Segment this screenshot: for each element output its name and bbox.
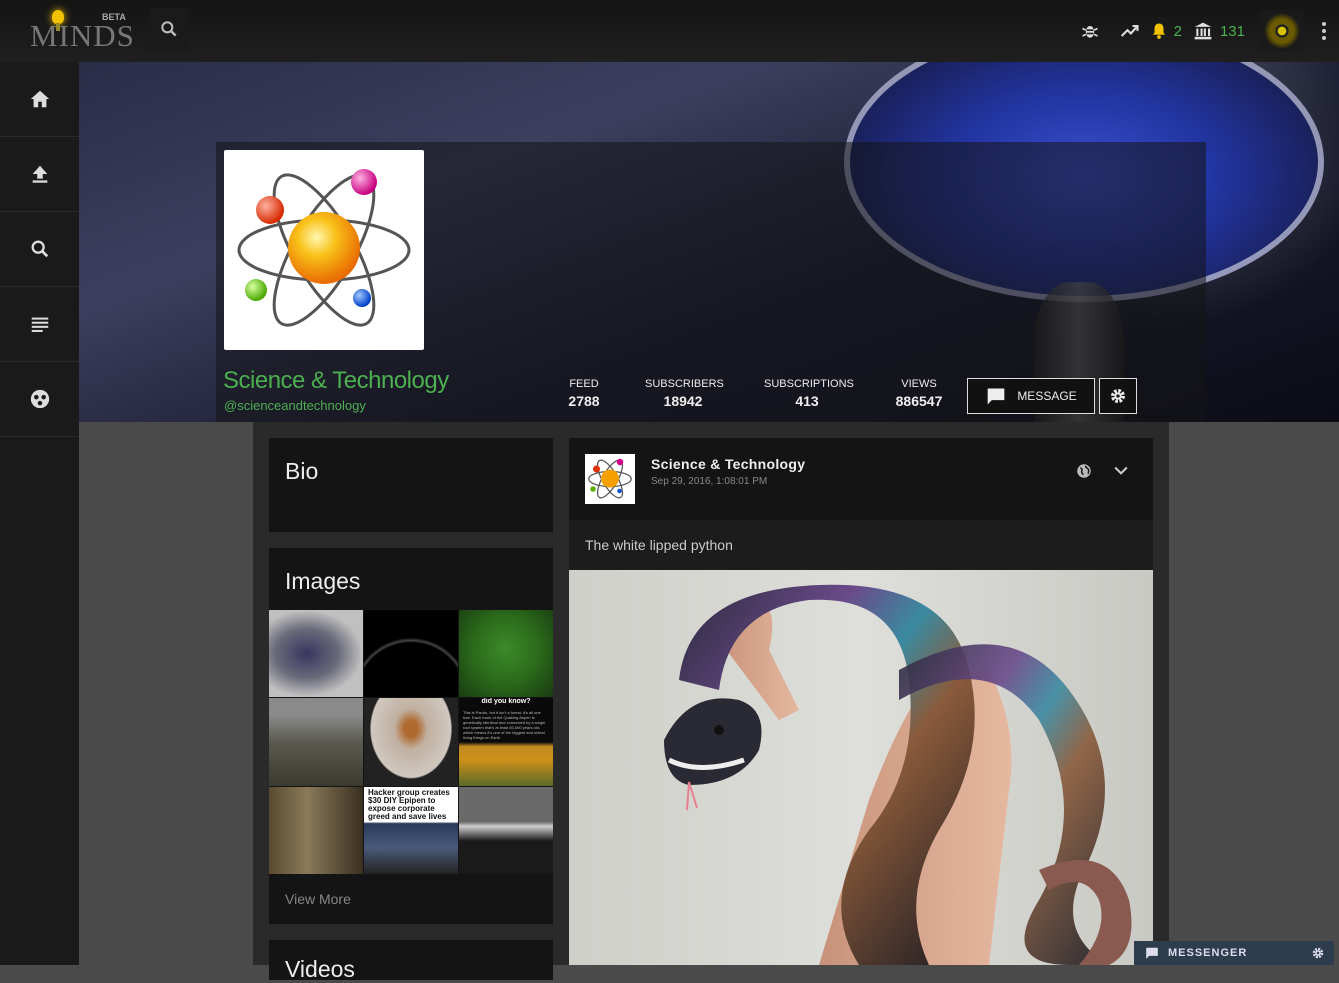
- videos-title: Videos: [285, 956, 355, 982]
- channel-handle: @scienceandtechnology: [224, 398, 366, 413]
- stat-label: SUBSCRIPTIONS: [764, 378, 854, 390]
- topbar-search-button[interactable]: [150, 8, 188, 50]
- minds-logo[interactable]: MINDS BETA: [28, 6, 134, 56]
- bug-icon: [1081, 26, 1098, 38]
- chat-bubble-icon: [1146, 947, 1158, 959]
- messenger-bar[interactable]: MESSENGER: [1134, 941, 1334, 965]
- bank-icon: [1194, 22, 1212, 40]
- user-avatar[interactable]: [1261, 10, 1303, 52]
- images-title: Images: [285, 568, 361, 594]
- stat-value: 886547: [895, 393, 943, 409]
- upload-icon: [32, 165, 47, 183]
- stat-subscriptions[interactable]: SUBSCRIPTIONS 413: [764, 378, 854, 409]
- bell-icon: [1152, 23, 1165, 39]
- python-snake-image: [664, 584, 1132, 965]
- thumb-caption: did you know?: [481, 698, 531, 706]
- stat-value: 413: [795, 393, 819, 409]
- sidebar: [0, 62, 79, 965]
- thumb-caption: Hacker group creates $30 DIY Epipen to e…: [368, 787, 450, 821]
- image-thumbnail[interactable]: [269, 698, 363, 786]
- search-icon: [31, 240, 48, 258]
- notifications-button[interactable]: 2: [1150, 21, 1182, 41]
- image-thumbnail[interactable]: [364, 610, 458, 698]
- post-author-name[interactable]: Science & Technology: [651, 456, 805, 472]
- trending-icon: [1120, 24, 1139, 37]
- post-header: Science & Technology Sep 29, 2016, 1:08:…: [569, 438, 1153, 520]
- image-thumbnail[interactable]: [459, 610, 553, 698]
- stat-label: FEED: [569, 378, 599, 390]
- chevron-down-icon: [1114, 466, 1128, 475]
- groups-icon: [30, 389, 49, 409]
- notifications-count: 2: [1173, 22, 1182, 40]
- stat-label: VIEWS: [901, 378, 937, 390]
- image-thumbnail[interactable]: [269, 786, 363, 874]
- beta-label: BETA: [102, 12, 126, 22]
- post-author-avatar[interactable]: [585, 454, 635, 504]
- post-timestamp[interactable]: Sep 29, 2016, 1:08:01 PM: [651, 476, 767, 487]
- chat-bubble-icon: [987, 388, 1005, 405]
- search-icon: [161, 21, 177, 37]
- atom-icon: [237, 169, 411, 327]
- image-thumbnail[interactable]: did you know? This is Pando, but it isn'…: [459, 698, 553, 786]
- bio-card: Bio: [269, 438, 553, 532]
- gear-icon: [1111, 389, 1125, 403]
- public-visibility-button[interactable]: [1075, 462, 1093, 485]
- post-image[interactable]: [569, 570, 1153, 965]
- sidebar-item-newsfeed[interactable]: [0, 287, 79, 362]
- channel-settings-button[interactable]: [1099, 378, 1137, 414]
- view-more-link[interactable]: View More: [285, 891, 351, 907]
- globe-icon: [1077, 464, 1091, 478]
- post-message: The white lipped python: [585, 537, 733, 553]
- points-count: 131: [1219, 22, 1245, 40]
- stat-value: 18942: [663, 393, 703, 409]
- gear-icon[interactable]: [1312, 947, 1324, 959]
- bug-report-button[interactable]: [1070, 11, 1110, 51]
- stat-subscribers[interactable]: SUBSCRIBERS 18942: [645, 378, 724, 409]
- trending-button[interactable]: [1110, 11, 1150, 51]
- more-vert-icon[interactable]: [1309, 22, 1339, 40]
- logo-text: MINDS: [30, 18, 135, 53]
- post-menu-button[interactable]: [1111, 460, 1131, 485]
- message-button-label: MESSAGE: [1017, 389, 1077, 403]
- image-thumbnail[interactable]: Hacker group creates $30 DIY Epipen to e…: [364, 786, 458, 874]
- sidebar-item-search[interactable]: [0, 212, 79, 287]
- stat-views[interactable]: VIEWS 886547: [893, 378, 945, 409]
- image-thumbnail[interactable]: [459, 786, 553, 874]
- atom-icon: [588, 458, 632, 499]
- image-thumbnail[interactable]: [269, 610, 363, 698]
- videos-card: Videos: [269, 940, 553, 982]
- thumb-caption: This is Pando, but it isn't a forest- it…: [463, 710, 546, 741]
- post-body: The white lipped python: [569, 520, 1153, 570]
- images-grid: did you know? This is Pando, but it isn'…: [269, 610, 553, 874]
- sidebar-item-home[interactable]: [0, 62, 79, 137]
- stat-label: SUBSCRIBERS: [645, 378, 724, 390]
- activity-post: Science & Technology Sep 29, 2016, 1:08:…: [569, 438, 1153, 965]
- home-icon: [30, 90, 49, 108]
- bio-title: Bio: [285, 458, 319, 484]
- channel-avatar[interactable]: [224, 150, 424, 350]
- sidebar-item-groups[interactable]: [0, 362, 79, 437]
- newsfeed-icon: [31, 317, 48, 332]
- stat-value: 2788: [568, 393, 600, 409]
- image-thumbnail[interactable]: [364, 698, 458, 786]
- channel-name: Science & Technology: [223, 367, 449, 394]
- messenger-label: MESSENGER: [1168, 947, 1248, 959]
- wallet-button[interactable]: 131: [1192, 21, 1245, 41]
- stat-feed[interactable]: FEED 2788: [565, 378, 603, 409]
- message-button[interactable]: MESSAGE: [967, 378, 1095, 414]
- top-bar: MINDS BETA 2 131: [0, 0, 1339, 62]
- sidebar-item-upload[interactable]: [0, 137, 79, 212]
